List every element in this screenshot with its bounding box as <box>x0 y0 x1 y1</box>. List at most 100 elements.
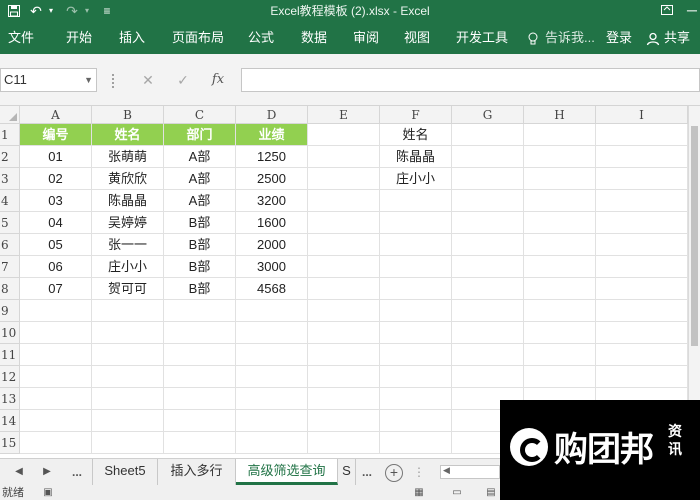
cell[interactable] <box>452 256 524 278</box>
cell[interactable] <box>92 366 164 388</box>
cell[interactable] <box>236 410 308 432</box>
row-header[interactable]: 1 <box>0 124 20 146</box>
table-cell[interactable]: 3000 <box>236 256 308 278</box>
table-cell[interactable]: 4568 <box>236 278 308 300</box>
cell[interactable] <box>380 432 452 454</box>
cell[interactable] <box>524 146 596 168</box>
tab-split-grip[interactable]: ⋮ <box>412 459 426 487</box>
cell[interactable] <box>164 410 236 432</box>
row-header[interactable]: 11 <box>0 344 20 366</box>
cell[interactable] <box>20 344 92 366</box>
table-header-cell[interactable]: 业绩 <box>236 124 308 146</box>
table-cell[interactable]: 庄小小 <box>92 256 164 278</box>
tab-home[interactable]: 开始 <box>66 22 92 54</box>
cell[interactable] <box>92 410 164 432</box>
column-header[interactable]: C <box>164 106 236 124</box>
cell[interactable] <box>164 344 236 366</box>
row-header[interactable]: 5 <box>0 212 20 234</box>
cell[interactable] <box>524 300 596 322</box>
cell[interactable] <box>452 212 524 234</box>
row-header[interactable]: 4 <box>0 190 20 212</box>
cell[interactable] <box>596 278 688 300</box>
cell[interactable] <box>524 366 596 388</box>
cell[interactable] <box>524 278 596 300</box>
cell[interactable] <box>20 322 92 344</box>
row-header[interactable]: 13 <box>0 388 20 410</box>
cell[interactable] <box>236 388 308 410</box>
cell[interactable] <box>308 388 380 410</box>
table-cell[interactable]: 3200 <box>236 190 308 212</box>
cell[interactable] <box>524 234 596 256</box>
select-all-button[interactable] <box>0 106 20 124</box>
cell[interactable] <box>596 168 688 190</box>
cell[interactable] <box>308 168 380 190</box>
scroll-left-icon[interactable]: ◀ <box>443 465 450 476</box>
share-button[interactable]: 共享 <box>664 22 690 54</box>
tab-formulas[interactable]: 公式 <box>248 22 274 54</box>
table-cell[interactable]: 张一一 <box>92 234 164 256</box>
cell[interactable] <box>452 278 524 300</box>
table-cell[interactable]: 庄小小 <box>380 168 452 190</box>
cell[interactable] <box>20 432 92 454</box>
cell[interactable] <box>380 212 452 234</box>
minimize-icon[interactable]: ─ <box>682 0 700 22</box>
table-cell[interactable]: A部 <box>164 190 236 212</box>
cell[interactable] <box>596 212 688 234</box>
redo-icon[interactable]: ↷ <box>64 0 80 22</box>
tell-me-box[interactable]: 告诉我... <box>545 22 595 54</box>
cell[interactable] <box>92 344 164 366</box>
horizontal-scrollbar[interactable]: ◀ <box>440 465 500 479</box>
cell[interactable] <box>308 124 380 146</box>
cell[interactable] <box>380 344 452 366</box>
cell[interactable] <box>452 168 524 190</box>
tab-review[interactable]: 审阅 <box>353 22 379 54</box>
sheet-tab-sheet5[interactable]: Sheet5 <box>92 459 158 485</box>
cell[interactable] <box>308 234 380 256</box>
cell[interactable] <box>524 212 596 234</box>
cell[interactable] <box>164 366 236 388</box>
table-cell[interactable]: 吴婷婷 <box>92 212 164 234</box>
tab-file[interactable]: 文件 <box>8 22 34 54</box>
tab-page-layout[interactable]: 页面布局 <box>172 22 224 54</box>
row-header[interactable]: 15 <box>0 432 20 454</box>
cell[interactable] <box>308 212 380 234</box>
row-header[interactable]: 2 <box>0 146 20 168</box>
more-sheets-right[interactable]: ... <box>356 459 378 487</box>
sheet-tab-insert-rows[interactable]: 插入多行 <box>158 459 236 485</box>
table-cell[interactable]: 07 <box>20 278 92 300</box>
table-cell[interactable]: 2000 <box>236 234 308 256</box>
column-header[interactable]: E <box>308 106 380 124</box>
cell[interactable] <box>308 322 380 344</box>
cell[interactable] <box>164 300 236 322</box>
table-cell[interactable]: 陈晶晶 <box>92 190 164 212</box>
cell[interactable] <box>380 300 452 322</box>
save-icon[interactable] <box>6 0 22 22</box>
formula-bar-grip[interactable] <box>112 74 114 88</box>
cell[interactable] <box>452 190 524 212</box>
cell[interactable] <box>380 278 452 300</box>
cell[interactable] <box>20 300 92 322</box>
table-cell[interactable]: 张萌萌 <box>92 146 164 168</box>
cell[interactable] <box>164 322 236 344</box>
cell[interactable] <box>524 168 596 190</box>
table-header-cell[interactable]: 编号 <box>20 124 92 146</box>
table-cell[interactable]: B部 <box>164 256 236 278</box>
row-header[interactable]: 7 <box>0 256 20 278</box>
cell[interactable] <box>308 410 380 432</box>
tab-data[interactable]: 数据 <box>301 22 327 54</box>
cell[interactable] <box>236 300 308 322</box>
row-header[interactable]: 12 <box>0 366 20 388</box>
table-cell[interactable]: 02 <box>20 168 92 190</box>
prev-sheet-icon[interactable]: ◀ <box>10 459 28 487</box>
customize-qat-icon[interactable]: ≡ <box>100 0 114 22</box>
cell[interactable] <box>92 388 164 410</box>
cell[interactable] <box>596 366 688 388</box>
undo-icon[interactable]: ↶ <box>28 0 44 22</box>
cell[interactable] <box>596 234 688 256</box>
column-header[interactable]: A <box>20 106 92 124</box>
formula-input[interactable] <box>241 68 700 92</box>
cell[interactable] <box>20 388 92 410</box>
table-cell[interactable]: 1250 <box>236 146 308 168</box>
cell[interactable] <box>596 146 688 168</box>
cell[interactable] <box>452 322 524 344</box>
